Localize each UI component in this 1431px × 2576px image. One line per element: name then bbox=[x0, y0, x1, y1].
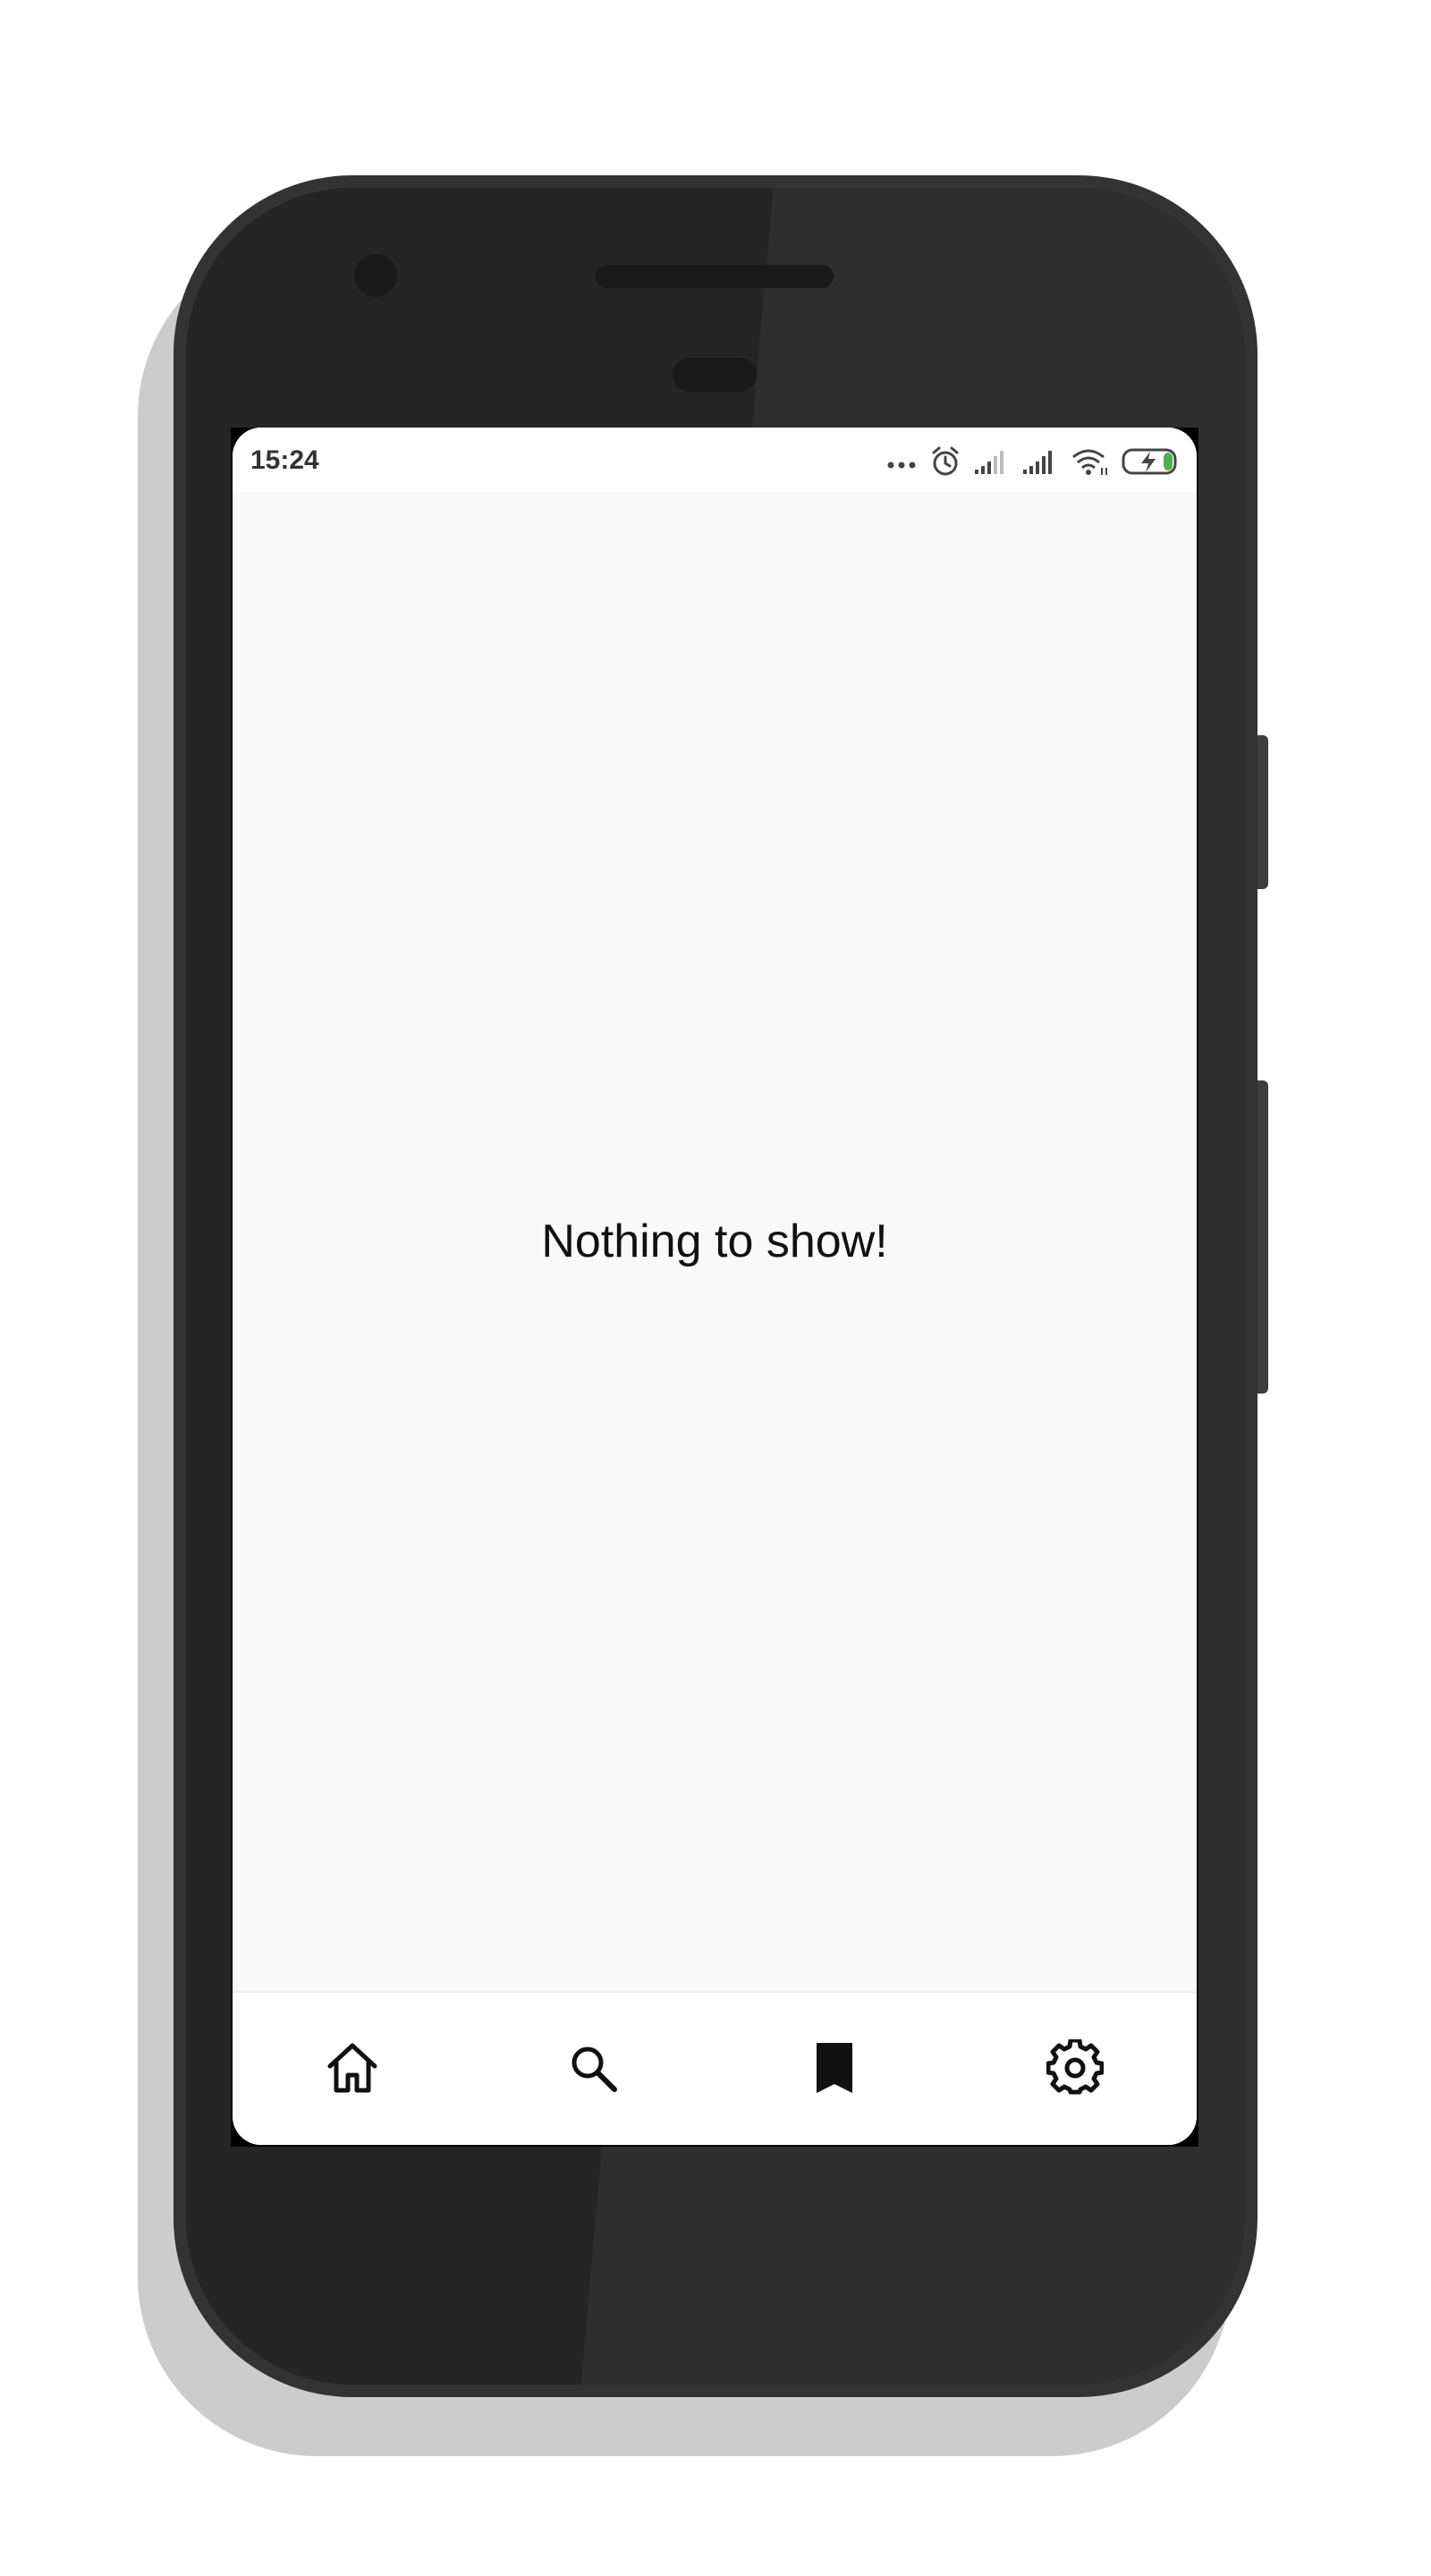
phone-screen: 15:24 Nothing to show! bbox=[233, 428, 1197, 2145]
empty-state-message: Nothing to show! bbox=[541, 1216, 888, 1267]
status-icons bbox=[885, 444, 1181, 479]
volume-button bbox=[1257, 1080, 1268, 1394]
nav-search[interactable] bbox=[561, 2036, 625, 2100]
signal-icon bbox=[1023, 451, 1052, 474]
nav-settings[interactable] bbox=[1043, 2036, 1107, 2100]
proximity-sensor bbox=[673, 358, 757, 392]
more-dots-icon bbox=[887, 462, 916, 469]
bottom-navigation bbox=[233, 1991, 1197, 2145]
front-camera bbox=[354, 254, 397, 297]
nav-home[interactable] bbox=[320, 2036, 385, 2100]
settings-gear-icon bbox=[1046, 2039, 1104, 2095]
bookmark-icon bbox=[817, 2043, 852, 2093]
alarm-icon bbox=[932, 446, 959, 476]
home-icon bbox=[327, 2043, 377, 2093]
status-bar: 15:24 bbox=[233, 428, 1197, 492]
status-time: 15:24 bbox=[250, 445, 319, 475]
search-icon bbox=[572, 2046, 617, 2092]
power-button bbox=[1257, 735, 1268, 889]
signal-weak-icon bbox=[975, 451, 1003, 474]
earpiece-speaker bbox=[596, 265, 834, 288]
wifi-icon bbox=[1072, 449, 1107, 475]
main-content: Nothing to show! bbox=[233, 492, 1197, 1991]
nav-bookmarks[interactable] bbox=[802, 2036, 867, 2100]
battery-charging-icon bbox=[1122, 448, 1177, 475]
